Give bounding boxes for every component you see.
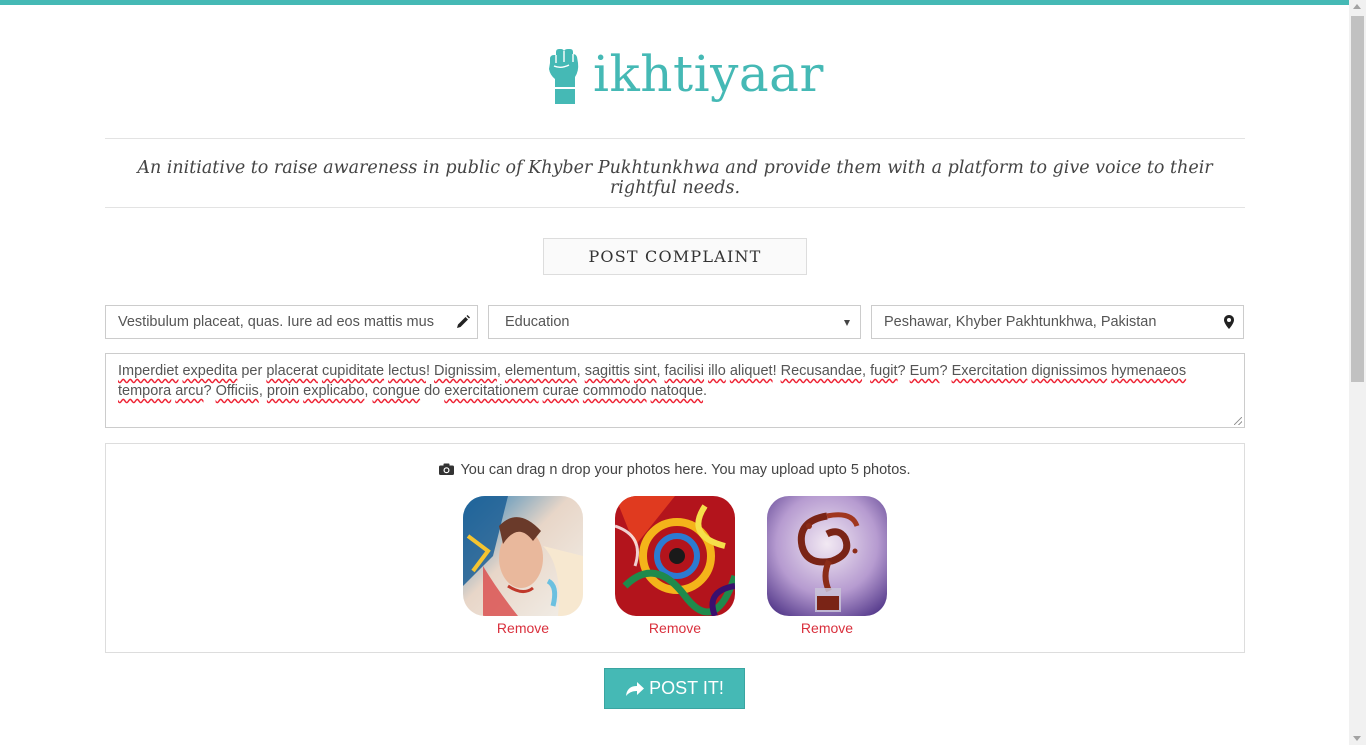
photo-thumb-1: Remove: [463, 496, 583, 636]
remove-photo-2-link[interactable]: Remove: [615, 620, 735, 636]
top-accent-bar: [0, 0, 1349, 5]
share-arrow-icon: [626, 681, 645, 696]
category-selected-value: Education: [505, 314, 570, 330]
resize-handle-icon[interactable]: [1234, 417, 1242, 425]
category-select[interactable]: Education: [488, 305, 861, 339]
photo-portrait-painting: [463, 496, 583, 616]
post-it-label: POST IT!: [649, 678, 724, 698]
photo-thumb-3: Remove: [767, 496, 887, 636]
divider-bottom: [105, 207, 1245, 208]
divider-top: [105, 138, 1245, 139]
raised-fist-icon: [549, 49, 579, 104]
photo-splash-glass: [767, 496, 887, 616]
location-input[interactable]: [872, 306, 1243, 338]
dropzone-hint: You can drag n drop your photos here. Yo…: [106, 462, 1244, 478]
scroll-thumb[interactable]: [1351, 16, 1364, 382]
chevron-down-icon: [844, 320, 850, 326]
map-marker-icon: [1224, 315, 1234, 329]
description-text: Imperdiet expedita per placerat cupidita…: [118, 363, 1187, 399]
post-it-button[interactable]: POST IT!: [604, 668, 745, 709]
page-scrollbar[interactable]: [1349, 0, 1366, 745]
complaint-title-field[interactable]: [105, 305, 478, 339]
photo-thumb-2: Remove: [615, 496, 735, 636]
pencil-icon: [457, 315, 470, 328]
photo-abstract-swirl: [615, 496, 735, 616]
complaint-description-textarea[interactable]: Imperdiet expedita per placerat cupidita…: [105, 353, 1245, 428]
location-field[interactable]: [871, 305, 1244, 339]
scroll-up-arrow-icon[interactable]: [1353, 4, 1361, 9]
remove-photo-1-link[interactable]: Remove: [463, 620, 583, 636]
brand-name: ikhtiyaar: [593, 45, 824, 103]
dropzone-hint-text: You can drag n drop your photos here. Yo…: [460, 462, 911, 478]
tagline: An initiative to raise awareness in publ…: [137, 158, 1213, 198]
scroll-down-arrow-icon[interactable]: [1353, 736, 1361, 741]
remove-photo-3-link[interactable]: Remove: [767, 620, 887, 636]
photo-dropzone[interactable]: You can drag n drop your photos here. Yo…: [105, 443, 1245, 653]
camera-icon: [439, 463, 455, 475]
site-logo[interactable]: ikhtiyaar: [545, 42, 824, 112]
post-complaint-heading: POST COMPLAINT: [543, 238, 807, 275]
complaint-title-input[interactable]: [106, 306, 477, 338]
